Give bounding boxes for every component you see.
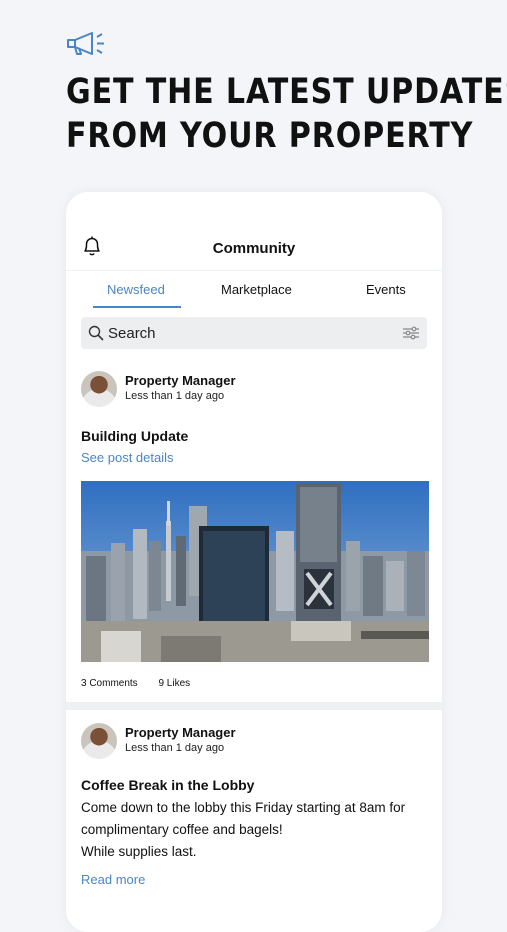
headline-line-1: GET THE LATEST UPDATES [66, 72, 507, 112]
page-title: Community [212, 240, 296, 257]
post-stats: 3 Comments 9 Likes [81, 678, 208, 689]
avatar [81, 371, 117, 407]
search-placeholder: Search [108, 325, 156, 342]
building-photo[interactable] [81, 481, 429, 662]
promo-headline: GET THE LATEST UPDATES FROM YOUR PROPERT… [66, 70, 507, 158]
tab-newsfeed[interactable]: Newsfeed [107, 282, 165, 297]
app-header: Community [66, 192, 442, 270]
search-input[interactable]: Search [81, 317, 427, 349]
author-name: Property Manager [125, 373, 236, 388]
post-body: Come down to the lobby this Friday start… [81, 797, 426, 863]
post-title: Building Update [81, 428, 189, 444]
newsfeed: Property Manager Less than 1 day ago Bui… [66, 358, 442, 932]
tab-marketplace[interactable]: Marketplace [221, 282, 292, 297]
post-body-line: complimentary coffee and bagels! [81, 822, 283, 837]
tab-bar: Newsfeed Marketplace Events [66, 270, 442, 309]
headline-line-2: FROM YOUR PROPERTY [66, 116, 474, 156]
author-name: Property Manager [125, 725, 236, 740]
avatar [81, 723, 117, 759]
likes-count[interactable]: 9 Likes [158, 678, 190, 689]
read-more-link[interactable]: Read more [81, 872, 145, 887]
post-timestamp: Less than 1 day ago [125, 742, 225, 754]
post-body-line: Come down to the lobby this Friday start… [81, 800, 406, 815]
tab-events[interactable]: Events [366, 282, 406, 297]
post-title: Coffee Break in the Lobby [81, 777, 255, 793]
active-tab-indicator [93, 306, 181, 308]
post-card[interactable]: Property Manager Less than 1 day ago Cof… [66, 710, 442, 932]
filter-icon[interactable] [403, 326, 419, 340]
comments-count[interactable]: 3 Comments [81, 678, 138, 689]
post-card[interactable]: Property Manager Less than 1 day ago Bui… [66, 358, 442, 702]
search-icon [88, 325, 104, 341]
megaphone-icon [67, 32, 104, 55]
post-body-line: While supplies last. [81, 844, 197, 859]
see-post-details-link[interactable]: See post details [81, 450, 174, 465]
post-timestamp: Less than 1 day ago [125, 390, 225, 402]
app-screen: Community Newsfeed Marketplace Events Se… [66, 192, 442, 932]
